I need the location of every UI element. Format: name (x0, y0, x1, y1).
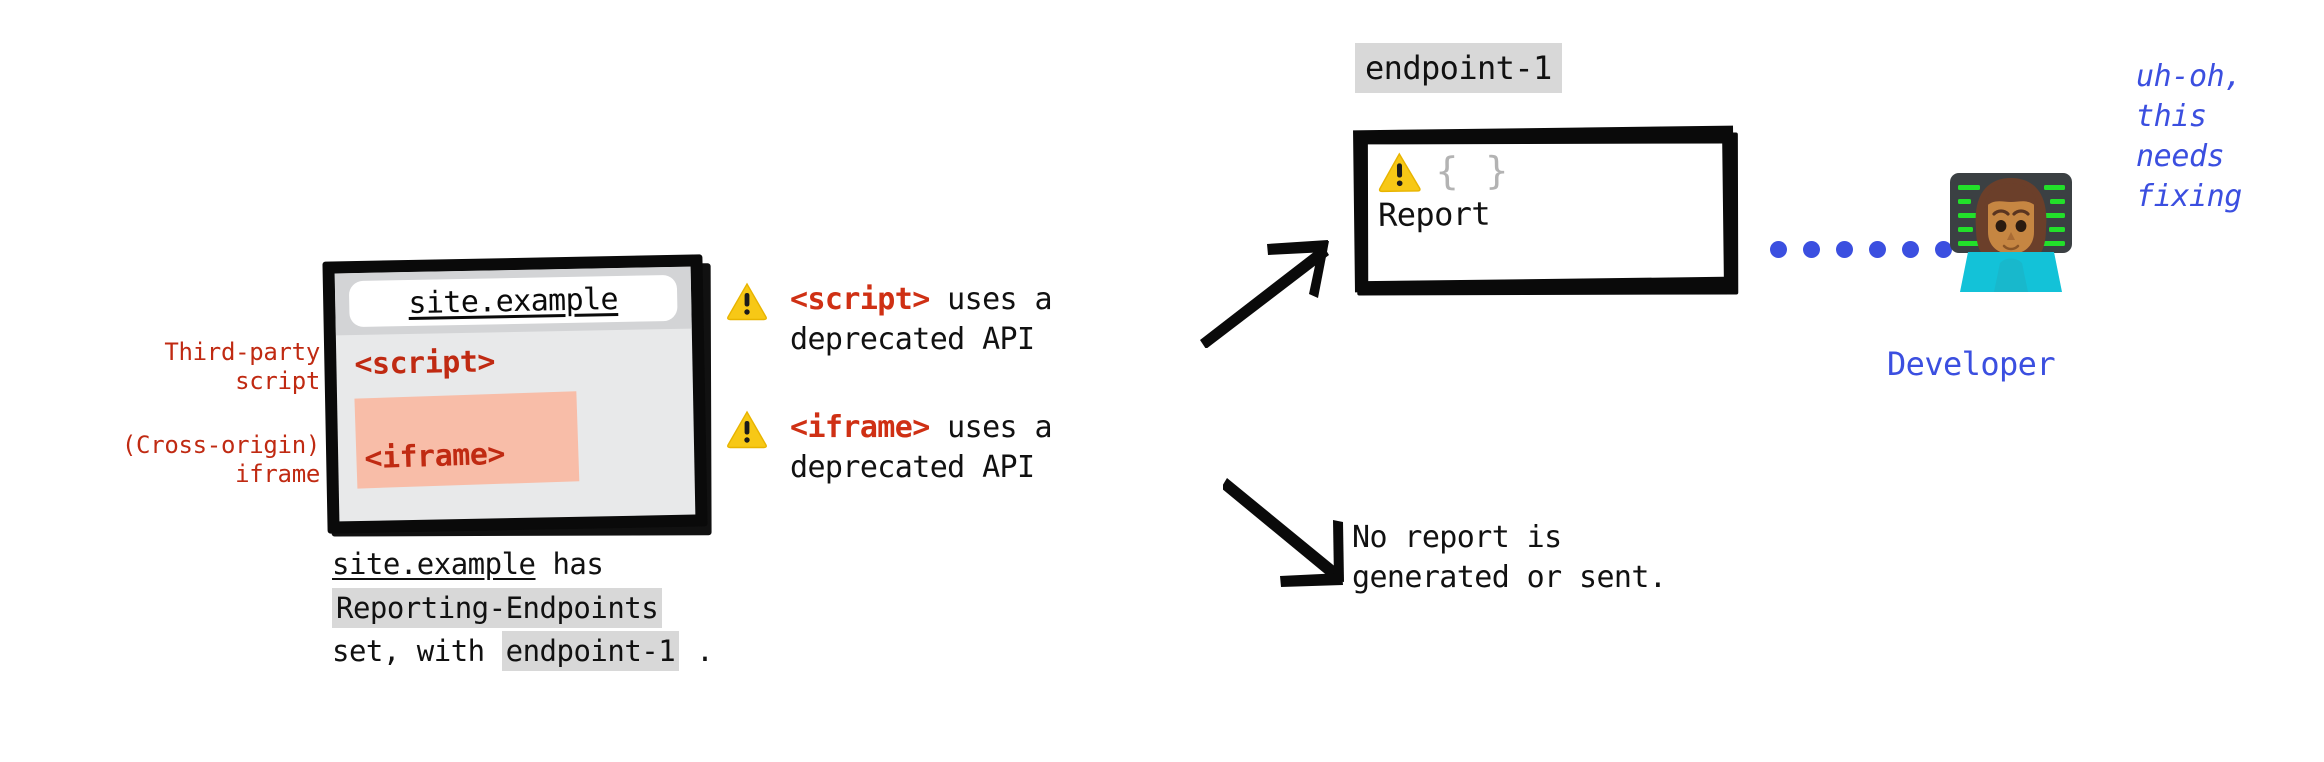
url-bar[interactable]: site.example (348, 274, 678, 328)
diagram-canvas: Third-party script (Cross-origin) iframe… (0, 0, 2324, 762)
script-tag-text: <script> (354, 344, 496, 383)
iframe-highlight-box: <iframe> (354, 391, 580, 489)
connector-dot (1902, 241, 1919, 258)
connector-dot (1770, 241, 1787, 258)
eye-right (2015, 220, 2027, 232)
warning-iframe-tag: <iframe> (790, 410, 930, 445)
warning-script-line1: <script> uses a (790, 280, 1053, 320)
speech-line-1: uh-oh, (2136, 59, 2242, 94)
label-third-party-script: Third-party script (50, 338, 320, 397)
warning-iframe-text: <iframe> uses a deprecated API (790, 408, 1053, 488)
caption-set-with: set, with (332, 634, 485, 669)
report-label: Report (1377, 194, 1491, 235)
report-box: { } Report (1353, 125, 1739, 296)
label-third-party-script-line2: script (235, 367, 320, 396)
speech-line-4: fixing (2136, 178, 2242, 214)
woman-technologist-emoji (1950, 173, 2072, 292)
iframe-tag-text: <iframe> (363, 436, 506, 477)
no-report-note: No report is generated or sent. (1352, 518, 1667, 598)
warning-triangle-icon (1378, 152, 1421, 193)
caption-line-1: site.example has (332, 545, 892, 584)
arrow-down-right-icon (1223, 478, 1344, 587)
browser-viewport: site.example <script> <iframe> (334, 266, 696, 522)
label-cross-origin-iframe-line1: (Cross-origin) (121, 430, 320, 459)
caption-has-word: has (535, 547, 604, 581)
browser-toolbar: site.example (334, 266, 692, 336)
caption-line-2: Reporting-Endpoints (332, 587, 892, 628)
caption-period: . (696, 634, 714, 669)
warning-script-tag: <script> (790, 282, 930, 317)
connector-dot (1869, 241, 1886, 258)
browser-caption: site.example has Reporting-Endpoints set… (332, 545, 892, 676)
warning-iframe-line1: <iframe> uses a (790, 408, 1053, 448)
report-box-content: { } Report (1377, 148, 1511, 234)
label-cross-origin-iframe: (Cross-origin) iframe (50, 431, 320, 490)
arrow-up-right-icon (1200, 240, 1329, 348)
warning-script-line2: deprecated API (790, 321, 1035, 357)
speech-line-2: this (2136, 98, 2207, 134)
json-braces-icon: { } (1435, 148, 1511, 194)
endpoint-chip-label: endpoint-1 (1355, 43, 1562, 93)
side-annotation-labels: Third-party script (Cross-origin) iframe (50, 338, 320, 489)
label-third-party-script-line1: Third-party (164, 338, 320, 366)
caption-site-name: site.example (332, 547, 536, 581)
connector-dot (1836, 241, 1853, 258)
warning-triangle-icon (727, 410, 767, 449)
warning-row-script: <script> uses a deprecated API (726, 280, 1053, 360)
page-content: <script> <iframe> (336, 329, 696, 522)
connector-dot (1803, 241, 1820, 258)
developer-label: Developer (1887, 345, 2056, 383)
label-cross-origin-iframe-line2: iframe (235, 459, 320, 488)
warning-triangle-icon (727, 282, 767, 321)
url-text: site.example (408, 281, 619, 321)
warning-iframe-line2: deprecated API (790, 449, 1035, 485)
warning-iframe-rest: uses a (929, 410, 1052, 445)
eye-left (1995, 220, 2007, 232)
caption-header-name: Reporting-Endpoints (332, 587, 663, 628)
no-report-line1: No report is (1352, 520, 1562, 555)
caption-endpoint-name: endpoint-1 (501, 631, 680, 672)
dotted-line-icon (1770, 241, 1952, 258)
no-report-line2: generated or sent. (1352, 559, 1667, 595)
warning-row-iframe: <iframe> uses a deprecated API (726, 408, 1053, 488)
browser-window: site.example <script> <iframe> (322, 254, 712, 537)
warning-script-text: <script> uses a deprecated API (790, 280, 1053, 360)
developer-speech-text: uh-oh, this needs fixing (2136, 57, 2242, 217)
speech-line-3: needs (2136, 138, 2225, 174)
report-icon-row: { } (1377, 148, 1510, 194)
caption-line-3: set, with endpoint-1 . (332, 631, 892, 672)
warning-script-rest: uses a (929, 282, 1052, 317)
